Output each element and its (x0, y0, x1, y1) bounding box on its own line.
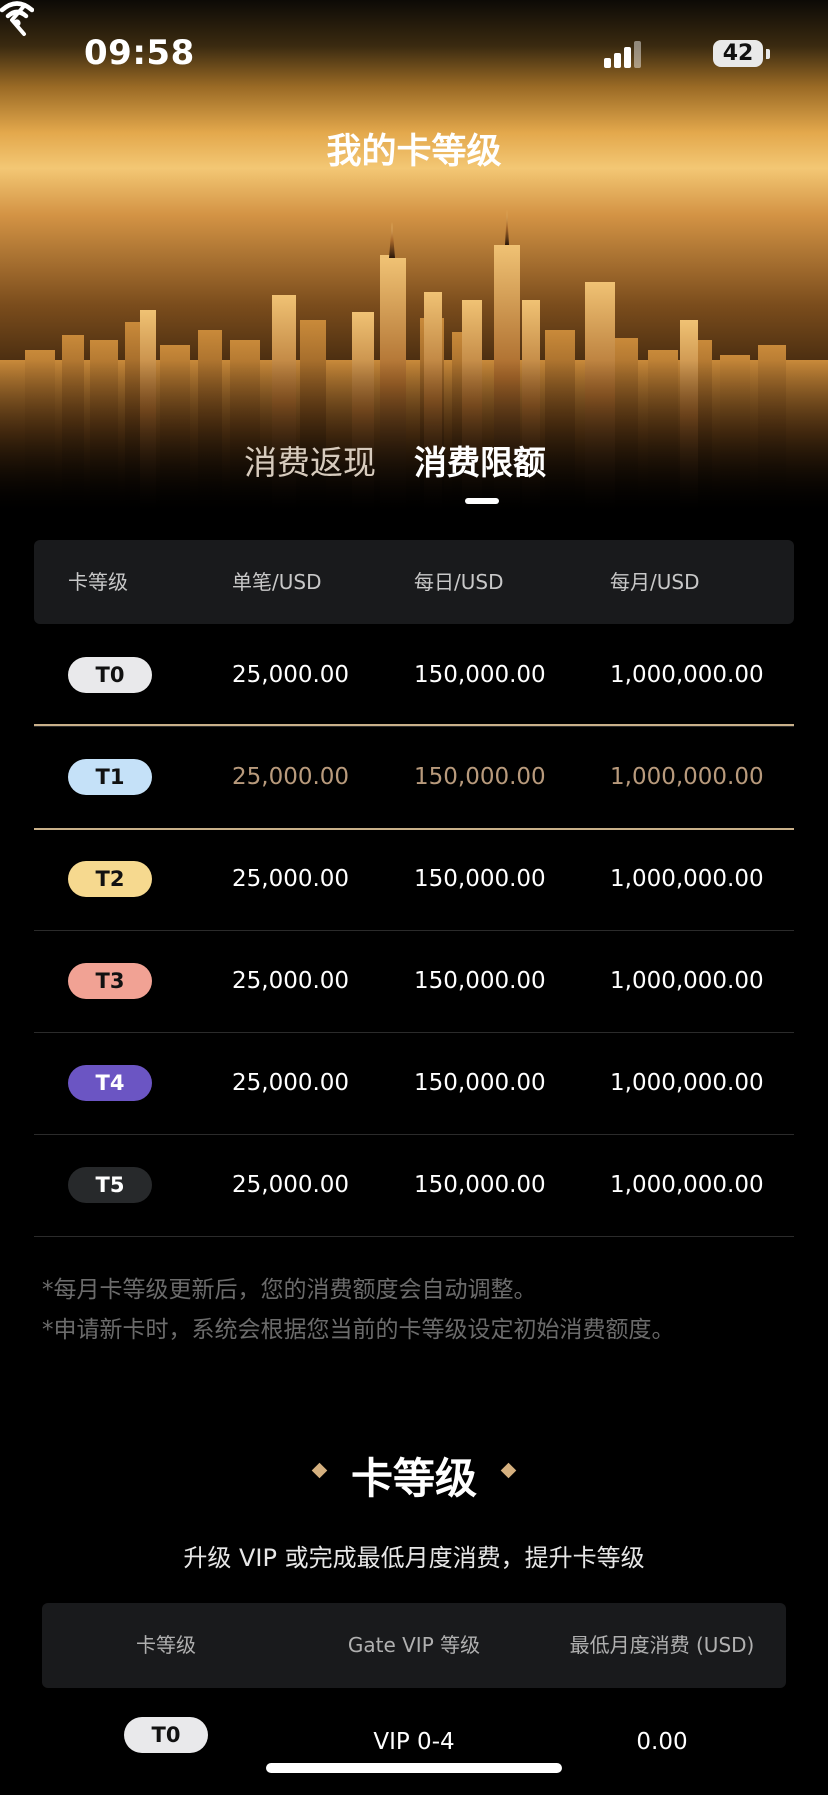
notes: *每月卡等级更新后，您的消费额度会自动调整。 *申请新卡时，系统会根据您当前的卡… (42, 1270, 675, 1350)
battery-icon: 42 (713, 40, 763, 67)
monthly-limit: 1,000,000.00 (610, 866, 764, 892)
header-tier: 卡等级 (68, 570, 128, 594)
back-chevron-icon[interactable] (0, 0, 36, 40)
table-row: T4 25,000.00 150,000.00 1,000,000.00 (34, 1032, 794, 1135)
header-vip: Gate VIP 等级 (347, 1633, 481, 1657)
tier-table: 卡等级 Gate VIP 等级 最低月度消费 (USD) T0 VIP 0-4 … (42, 1603, 786, 1755)
daily-limit: 150,000.00 (414, 968, 546, 994)
table-header: 卡等级 单笔/USD 每日/USD 每月/USD (34, 540, 794, 624)
tab-spending-limit[interactable]: 消费限额 (414, 436, 546, 484)
single-limit: 25,000.00 (232, 662, 350, 688)
header-min-spend: 最低月度消费 (USD) (569, 1633, 755, 1657)
monthly-limit: 1,000,000.00 (610, 662, 764, 688)
single-limit: 25,000.00 (232, 1172, 350, 1198)
limits-table: 卡等级 单笔/USD 每日/USD 每月/USD T0 25,000.00 15… (34, 540, 794, 1237)
cellular-signal-icon (604, 40, 648, 68)
tier-badge: T0 (124, 1717, 208, 1753)
tier-badge: T1 (68, 759, 152, 795)
hero-banner: 09:58 42 我的卡等级 消费返现 消费限额 (0, 0, 828, 510)
vip-level: VIP 0-4 (373, 1729, 455, 1755)
daily-limit: 150,000.00 (414, 662, 546, 688)
tab-cashback[interactable]: 消费返现 (244, 436, 376, 484)
monthly-limit: 1,000,000.00 (610, 1070, 764, 1096)
table-row: T2 25,000.00 150,000.00 1,000,000.00 (34, 828, 794, 931)
min-monthly-spend: 0.00 (636, 1729, 688, 1755)
table-row: T0 VIP 0-4 0.00 (42, 1695, 786, 1795)
section-subtitle: 升级 VIP 或完成最低月度消费，提升卡等级 (183, 1544, 645, 1572)
single-limit: 25,000.00 (232, 866, 350, 892)
header-single: 单笔/USD (232, 570, 322, 594)
home-indicator[interactable] (266, 1763, 562, 1773)
table-row: T0 25,000.00 150,000.00 1,000,000.00 (34, 624, 794, 727)
table-row: T3 25,000.00 150,000.00 1,000,000.00 (34, 930, 794, 1033)
section-title: 卡等级 (350, 1454, 477, 1503)
daily-limit: 150,000.00 (414, 866, 546, 892)
header-monthly: 每月/USD (610, 570, 700, 594)
single-limit: 25,000.00 (232, 968, 350, 994)
tier-badge: T3 (68, 963, 152, 999)
table-header: 卡等级 Gate VIP 等级 最低月度消费 (USD) (42, 1603, 786, 1688)
note-line: *申请新卡时，系统会根据您当前的卡等级设定初始消费额度。 (42, 1317, 675, 1343)
tier-badge: T2 (68, 861, 152, 897)
header-daily: 每日/USD (414, 570, 504, 594)
active-tab-indicator (465, 498, 499, 504)
battery-tip (766, 49, 770, 59)
monthly-limit: 1,000,000.00 (610, 764, 764, 790)
tier-badge: T4 (68, 1065, 152, 1101)
note-line: *每月卡等级更新后，您的消费额度会自动调整。 (42, 1277, 537, 1303)
table-row: T5 25,000.00 150,000.00 1,000,000.00 (34, 1134, 794, 1237)
tier-badge: T0 (68, 657, 152, 693)
monthly-limit: 1,000,000.00 (610, 1172, 764, 1198)
monthly-limit: 1,000,000.00 (610, 968, 764, 994)
header-tier: 卡等级 (136, 1633, 196, 1657)
table-row-current: T1 25,000.00 150,000.00 1,000,000.00 (34, 724, 794, 830)
status-bar: 09:58 42 (0, 0, 828, 110)
daily-limit: 150,000.00 (414, 1172, 546, 1198)
status-time: 09:58 (84, 33, 195, 73)
tab-bar: 消费返现 消费限额 (0, 436, 828, 504)
single-limit: 25,000.00 (232, 764, 350, 790)
page-title: 我的卡等级 (326, 132, 502, 172)
tier-badge: T5 (68, 1167, 152, 1203)
daily-limit: 150,000.00 (414, 764, 546, 790)
daily-limit: 150,000.00 (414, 1070, 546, 1096)
single-limit: 25,000.00 (232, 1070, 350, 1096)
